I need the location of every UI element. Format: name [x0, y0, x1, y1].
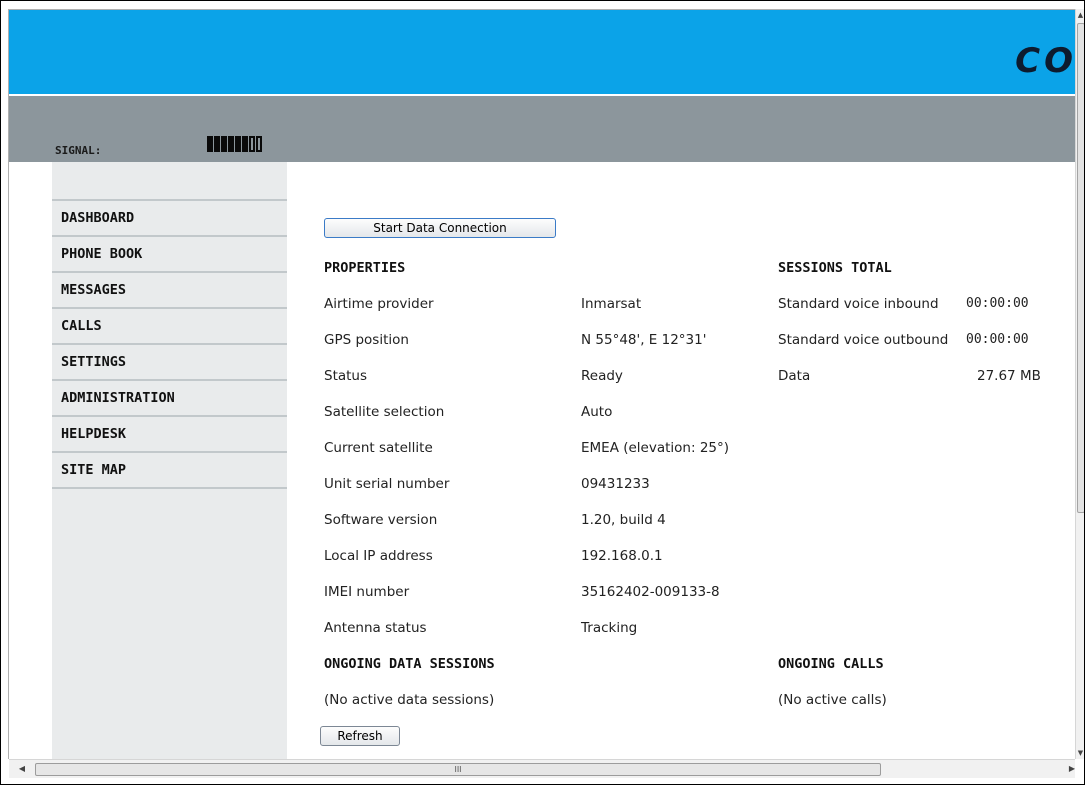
sidebar-item-helpdesk[interactable]: HELPDESK [61, 425, 287, 459]
page-viewport: CO SIGNAL: DASHBOARD PHONE BOOK MESSAGES… [8, 9, 1075, 759]
property-label: Airtime provider [324, 296, 434, 312]
signal-segment [235, 136, 241, 152]
sidebar-item-phone-book[interactable]: PHONE BOOK [61, 245, 287, 279]
property-value: 1.20, build 4 [581, 512, 666, 528]
vertical-scrollbar[interactable]: ▲ ▼ [1075, 9, 1084, 759]
sidebar-separator [52, 415, 287, 417]
sidebar-separator [52, 307, 287, 309]
sidebar-separator [52, 199, 287, 201]
sidebar-separator [52, 379, 287, 381]
property-value: EMEA (elevation: 25°) [581, 440, 730, 456]
signal-segment [242, 136, 248, 152]
sidebar-separator [52, 235, 287, 237]
no-calls-text: (No active calls) [778, 692, 887, 708]
sidebar-separator [52, 487, 287, 489]
sidebar-separator [52, 451, 287, 453]
sidebar-separator [52, 343, 287, 345]
property-label: Unit serial number [324, 476, 450, 492]
ongoing-data-sessions-heading: ONGOING DATA SESSIONS [324, 656, 495, 672]
property-label: Status [324, 368, 368, 384]
sidebar-item-calls[interactable]: CALLS [61, 317, 287, 351]
sidebar-item-settings[interactable]: SETTINGS [61, 353, 287, 387]
no-data-sessions-text: (No active data sessions) [324, 692, 495, 708]
session-label: Standard voice outbound [778, 332, 949, 348]
property-label: Software version [324, 512, 438, 528]
property-value: Ready [581, 368, 623, 384]
header-banner: CO [9, 10, 1075, 96]
sidebar-item-dashboard[interactable]: DASHBOARD [61, 209, 287, 243]
brand-logo: CO [1015, 41, 1075, 81]
property-value: 35162402-009133-8 [581, 584, 720, 600]
session-label: Data [778, 368, 811, 384]
signal-segment [207, 136, 213, 152]
properties-heading: PROPERTIES [324, 260, 406, 276]
property-label: Local IP address [324, 548, 433, 564]
session-value: 27.67 MB [977, 368, 1041, 384]
sidebar-item-messages[interactable]: MESSAGES [61, 281, 287, 315]
session-label: Standard voice inbound [778, 296, 939, 312]
scroll-right-icon[interactable]: ▶ [1063, 760, 1081, 778]
sidebar-item-site-map[interactable]: SITE MAP [61, 461, 287, 495]
property-value: Tracking [581, 620, 638, 636]
property-label: IMEI number [324, 584, 410, 600]
property-value: Auto [581, 404, 613, 420]
ongoing-calls-heading: ONGOING CALLS [778, 656, 884, 672]
signal-bar [9, 96, 1075, 162]
property-label: Satellite selection [324, 404, 445, 420]
property-label: Current satellite [324, 440, 433, 456]
vertical-scroll-thumb[interactable] [1077, 23, 1084, 513]
sidebar-item-administration[interactable]: ADMINISTRATION [61, 389, 287, 423]
refresh-button[interactable]: Refresh [320, 726, 400, 746]
sessions-total-heading: SESSIONS TOTAL [778, 260, 892, 276]
signal-segment [214, 136, 220, 152]
signal-label: SIGNAL: [55, 144, 102, 157]
horizontal-scrollbar[interactable]: ◀ III ▶ [9, 759, 1075, 778]
sidebar-separator [52, 271, 287, 273]
session-value: 00:00:00 [966, 296, 1029, 311]
signal-segment [249, 136, 255, 152]
property-value: Inmarsat [581, 296, 642, 312]
browser-frame: CO SIGNAL: DASHBOARD PHONE BOOK MESSAGES… [0, 0, 1085, 785]
signal-segment [228, 136, 234, 152]
grip-icon: III [454, 765, 462, 774]
scroll-down-icon[interactable]: ▼ [1076, 747, 1084, 759]
start-data-connection-button[interactable]: Start Data Connection [324, 218, 556, 238]
horizontal-scroll-thumb[interactable]: III [35, 763, 881, 776]
property-label: Antenna status [324, 620, 427, 636]
signal-segment [256, 136, 262, 152]
scroll-up-icon[interactable]: ▲ [1076, 9, 1084, 21]
signal-meter [207, 136, 262, 152]
session-value: 00:00:00 [966, 332, 1029, 347]
scroll-left-icon[interactable]: ◀ [13, 760, 31, 778]
property-value: 09431233 [581, 476, 650, 492]
property-value: N 55°48', E 12°31' [581, 332, 707, 348]
property-value: 192.168.0.1 [581, 548, 663, 564]
signal-segment [221, 136, 227, 152]
property-label: GPS position [324, 332, 409, 348]
